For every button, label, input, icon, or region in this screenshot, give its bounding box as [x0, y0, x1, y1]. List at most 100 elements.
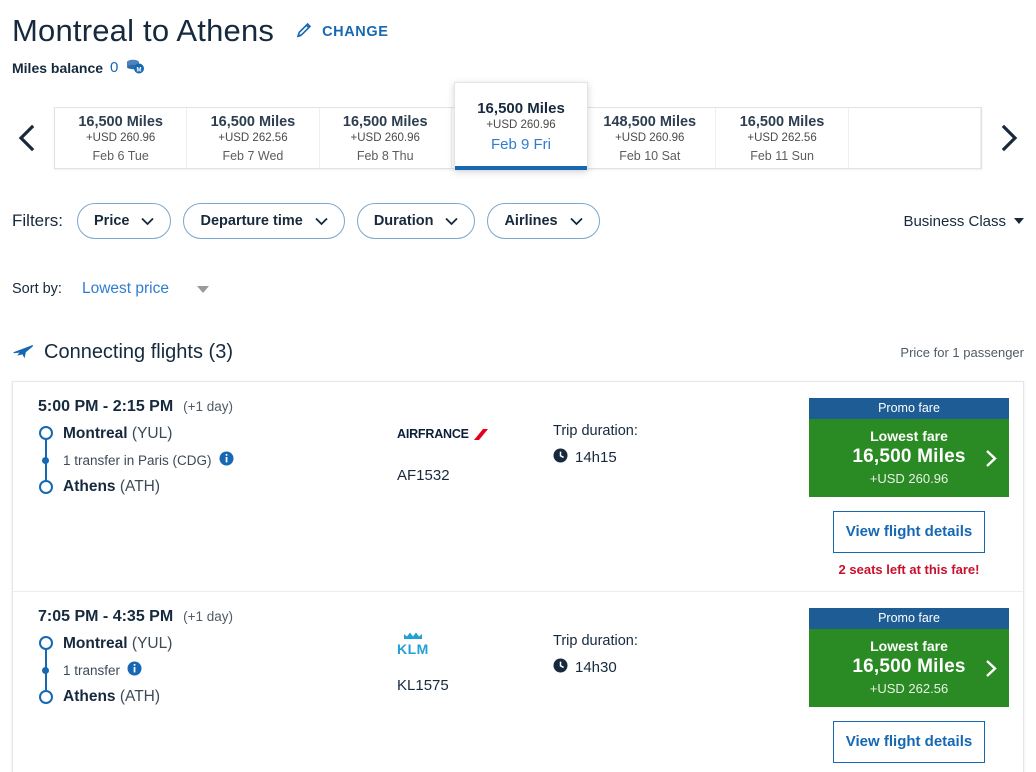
sort-by-value[interactable]: Lowest price	[82, 280, 169, 298]
triangle-down-icon	[1014, 218, 1024, 225]
filter-duration-button[interactable]: Duration	[356, 203, 476, 240]
date-carousel: 16,500 Miles +USD 260.96 Feb 6 Tue 16,50…	[0, 82, 1036, 176]
page-header: Montreal to Athens CHANGE Miles balance …	[0, 0, 1036, 78]
trip-duration-value: 14h15	[575, 449, 617, 467]
miles-balance-value: 0	[110, 59, 119, 77]
date-cash: +USD 260.96	[486, 119, 556, 132]
origin-city: Montreal	[63, 425, 128, 443]
flight-result-row: 7:05 PM - 4:35 PM (+1 day) Montreal (YUL…	[13, 592, 1023, 772]
destination-stop: Athens (ATH)	[63, 686, 397, 707]
date-cell-5[interactable]: 16,500 Miles +USD 262.56 Feb 11 Sun	[716, 108, 849, 169]
flight-number: AF1532	[397, 467, 450, 485]
airfrance-slash-icon	[473, 428, 488, 440]
info-icon[interactable]	[219, 451, 234, 469]
passenger-price-note: Price for 1 passenger	[900, 344, 1024, 360]
promo-fare-badge: Promo fare	[809, 608, 1009, 630]
select-fare-button[interactable]: Lowest fare 16,500 Miles +USD 260.96	[809, 419, 1009, 498]
filter-label: Duration	[373, 213, 434, 230]
trip-duration-value-wrap: 14h30	[553, 658, 809, 677]
select-fare-button[interactable]: Lowest fare 16,500 Miles +USD 262.56	[809, 629, 1009, 708]
carousel-prev-button[interactable]	[0, 100, 54, 176]
date-cell-4[interactable]: 148,500 Miles +USD 260.96 Feb 10 Sat	[584, 108, 717, 169]
miles-coin-icon: M	[125, 57, 145, 78]
date-miles: 16,500 Miles	[210, 113, 296, 130]
date-cell-2[interactable]: 16,500 Miles +USD 260.96 Feb 8 Thu	[320, 108, 452, 169]
destination-code: (ATH)	[119, 688, 161, 706]
chevron-right-icon	[984, 659, 997, 683]
fare-panel: Promo fare Lowest fare 16,500 Miles +USD…	[809, 608, 1009, 772]
flight-search-page: Montreal to Athens CHANGE Miles balance …	[0, 0, 1036, 772]
destination-city: Athens	[63, 478, 116, 496]
date-cash: +USD 260.96	[85, 131, 156, 144]
sort-by-label: Sort by:	[12, 281, 62, 298]
date-day: Feb 10 Sat	[619, 148, 681, 163]
date-day: Feb 9 Fri	[490, 136, 551, 154]
change-search-button[interactable]: CHANGE	[294, 20, 388, 48]
fare-type-label: Lowest fare	[870, 638, 948, 655]
date-cell-0[interactable]: 16,500 Miles +USD 260.96 Feb 6 Tue	[55, 108, 188, 169]
flight-times: 7:05 PM - 4:35 PM (+1 day)	[38, 608, 397, 626]
section-title: Connecting flights (3)	[44, 340, 233, 363]
trip-duration-value-wrap: 14h15	[553, 448, 809, 467]
airline-name: KLM	[397, 640, 429, 657]
destination-node-icon	[39, 690, 53, 705]
title-row: Montreal to Athens CHANGE	[12, 13, 1036, 48]
date-cell-1[interactable]: 16,500 Miles +USD 262.56 Feb 7 Wed	[187, 108, 320, 169]
date-cash: +USD 260.96	[350, 131, 420, 144]
flight-result-row: 5:00 PM - 2:15 PM (+1 day) Montreal (YUL…	[13, 382, 1023, 593]
miles-balance-label: Miles balance	[12, 59, 104, 76]
chevron-right-icon	[1001, 124, 1018, 152]
view-flight-details-button[interactable]: View flight details	[833, 511, 985, 554]
date-cash: +USD 262.56	[747, 131, 817, 144]
origin-stop: Montreal (YUL)	[63, 423, 397, 444]
filters-row: Filters: Price Departure time Duration A…	[0, 200, 1036, 242]
date-cell-selected[interactable]: 16,500 Miles +USD 260.96 Feb 9 Fri	[454, 82, 588, 171]
day-offset: (+1 day)	[183, 399, 234, 415]
chevron-down-icon	[141, 217, 155, 225]
transfer-label: 1 transfer in Paris (CDG)	[63, 452, 212, 468]
date-miles: 148,500 Miles	[603, 113, 697, 130]
chevron-left-icon	[18, 124, 35, 152]
fare-miles-amount: 16,500 Miles	[852, 656, 966, 678]
trip-duration-label: Trip duration:	[553, 423, 638, 440]
origin-code: (YUL)	[131, 635, 173, 653]
info-icon[interactable]	[127, 661, 142, 679]
pencil-icon	[294, 20, 314, 44]
airplane-icon	[12, 340, 34, 365]
fare-cash-amount: +USD 262.56	[869, 681, 949, 697]
destination-stop: Athens (ATH)	[63, 476, 397, 497]
route-diagram: Montreal (YUL) 1 transfer Athens (ATH)	[38, 633, 397, 707]
airfrance-logo: AIRFRANCE	[397, 423, 527, 445]
trip-duration-label: Trip duration:	[553, 633, 638, 650]
origin-stop: Montreal (YUL)	[63, 633, 397, 654]
clock-icon	[553, 448, 568, 467]
date-cash: +USD 262.56	[218, 131, 288, 144]
clock-icon	[553, 658, 568, 677]
airline-info: AIRFRANCE AF1532	[397, 398, 527, 484]
chevron-down-icon	[315, 217, 328, 225]
view-flight-details-button[interactable]: View flight details	[833, 721, 985, 764]
origin-node-icon	[39, 426, 53, 441]
filter-label: Airlines	[504, 213, 558, 230]
date-miles: 16,500 Miles	[78, 113, 163, 130]
itinerary-summary: 5:00 PM - 2:15 PM (+1 day) Montreal (YUL…	[27, 398, 397, 504]
connecting-flights-header: Connecting flights (3) Price for 1 passe…	[0, 336, 1036, 368]
route-diagram: Montreal (YUL) 1 transfer in Paris (CDG)	[38, 423, 397, 497]
filter-departure-time-button[interactable]: Departure time	[183, 203, 345, 240]
flight-number: KL1575	[397, 677, 449, 695]
filter-label: Departure time	[200, 213, 303, 230]
carousel-next-button[interactable]	[982, 100, 1036, 176]
filter-airlines-button[interactable]: Airlines	[487, 203, 600, 240]
fare-cash-amount: +USD 260.96	[869, 471, 949, 487]
filter-label: Price	[94, 213, 130, 230]
filter-price-button[interactable]: Price	[77, 203, 172, 240]
cabin-class-selector[interactable]: Business Class	[903, 213, 1024, 230]
origin-city: Montreal	[63, 635, 128, 653]
date-strip: 16,500 Miles +USD 260.96 Feb 6 Tue 16,50…	[54, 82, 982, 171]
triangle-down-icon[interactable]	[196, 285, 209, 293]
transfer-info: 1 transfer	[63, 661, 397, 679]
departure-arrival-time: 5:00 PM - 2:15 PM	[38, 398, 174, 416]
transfer-info: 1 transfer in Paris (CDG)	[63, 451, 397, 469]
cabin-class-value: Business Class	[903, 212, 1006, 230]
origin-code: (YUL)	[131, 425, 173, 443]
